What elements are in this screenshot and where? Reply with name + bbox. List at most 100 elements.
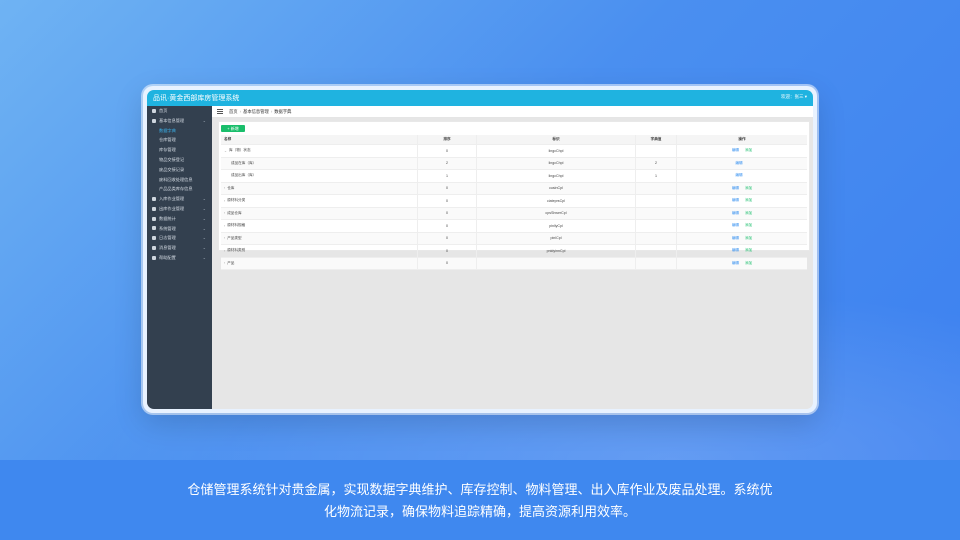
sidebar-item[interactable]: 出库作业管理 ⌄ xyxy=(147,204,212,214)
cell-sort: 0 xyxy=(418,232,477,244)
cell-code: pinllyCpl xyxy=(477,220,636,232)
sidebar-item[interactable]: 系统管理 ⌄ xyxy=(147,224,212,234)
sidebar-item[interactable]: 首页 xyxy=(147,106,212,116)
sidebar-item-label: 日志管理 xyxy=(159,235,176,241)
edit-link[interactable]: 编辑 xyxy=(732,223,739,228)
expand-icon[interactable]: › xyxy=(224,224,225,228)
sidebar-subitem[interactable]: 物品交接登记 xyxy=(147,155,212,165)
breadcrumb-current: 数据字典 xyxy=(274,109,292,114)
sidebar-subitem[interactable]: 废料回收处理信息 xyxy=(147,175,212,185)
cell-code: cpsShwerCpl xyxy=(477,207,636,219)
sidebar-item[interactable]: 入库作业管理 ⌄ xyxy=(147,194,212,204)
cell-actions: 编辑 添加 xyxy=(677,145,807,157)
cell-actions: 编辑 添加 xyxy=(677,195,807,207)
cell-sort: 0 xyxy=(418,220,477,232)
menu-icon xyxy=(152,246,156,251)
sidebar-subitem[interactable]: 仓库管理 xyxy=(147,135,212,145)
add-child-link[interactable]: 添加 xyxy=(745,236,752,241)
breadcrumb-level1[interactable]: 基本信息管理 xyxy=(243,109,269,114)
cell-actions: 编辑 添加 xyxy=(677,258,807,270)
edit-link[interactable]: 编辑 xyxy=(735,161,742,166)
app-title: 品讯·黄金西部库房管理系统 xyxy=(153,95,240,102)
column-header: 标识 xyxy=(477,135,636,144)
edit-link[interactable]: 编辑 xyxy=(732,186,739,191)
cell-code: pinlCpl xyxy=(477,232,636,244)
column-header: 名称 xyxy=(221,135,418,144)
cell-value xyxy=(636,145,677,157)
edit-link[interactable]: 编辑 xyxy=(735,173,742,178)
table-header-row: 名称 排序 标识 字典值 操作 xyxy=(221,135,807,145)
cell-code: lingcChpl xyxy=(477,170,636,182)
table-row: › 产品类型 0 pinlCpl 编辑 添加 xyxy=(221,232,807,245)
chevron-down-icon: ⌄ xyxy=(202,117,206,123)
expand-icon[interactable]: › xyxy=(224,261,225,265)
sidebar-item[interactable]: 基本信息管理 ⌄ xyxy=(147,116,212,126)
cell-actions: 编辑 添加 xyxy=(677,245,807,257)
cell-value: 1 xyxy=(636,170,677,182)
caption-line-2: 化物流记录，确保物料追踪精确，提高资源利用效率。 xyxy=(323,504,636,519)
caption-bar: 仓储管理系统针对贵金属，实现数据字典维护、库存控制、物料管理、出入库作业及废品处… xyxy=(0,460,960,540)
edit-link[interactable]: 编辑 xyxy=(732,148,739,153)
add-child-link[interactable]: 添加 xyxy=(745,186,752,191)
menu-toggle-icon[interactable] xyxy=(217,109,223,114)
user-menu[interactable]: 欢迎：张三 ▾ xyxy=(781,94,807,100)
expand-icon[interactable]: › xyxy=(224,199,225,203)
edit-link[interactable]: 编辑 xyxy=(732,198,739,203)
table-row: › 原材料规格 0 pinllyCpl 编辑 添加 xyxy=(221,220,807,233)
sidebar-item-label: 系统管理 xyxy=(159,225,176,231)
add-child-link[interactable]: 添加 xyxy=(745,211,752,216)
edit-link[interactable]: 编辑 xyxy=(732,248,739,253)
cell-actions: 编辑 xyxy=(677,158,807,170)
menu-icon xyxy=(152,255,156,260)
row-name: 仓库 xyxy=(227,185,235,190)
breadcrumb-home[interactable]: 首页 xyxy=(229,109,238,114)
table-row: 成品在库（库） 2 lingcChpl 2 编辑 xyxy=(221,157,807,170)
cell-sort: 0 xyxy=(418,195,477,207)
chevron-down-icon: ⌄ xyxy=(202,205,206,211)
add-child-link[interactable]: 添加 xyxy=(745,148,752,153)
add-button[interactable]: + 新增 xyxy=(221,125,245,132)
cell-value xyxy=(636,195,677,207)
cell-name: › 产品 xyxy=(221,257,418,269)
column-header: 操作 xyxy=(738,137,746,141)
cell-actions: 编辑 添加 xyxy=(677,220,807,232)
column-header: 字典值 xyxy=(636,135,677,144)
sidebar-item[interactable]: 数据统计 ⌄ xyxy=(147,214,212,224)
cell-actions: 编辑 xyxy=(677,170,807,182)
cell-code: lingcChpl xyxy=(477,145,636,157)
sidebar-item[interactable]: 消息管理 ⌄ xyxy=(147,243,212,253)
edit-link[interactable]: 编辑 xyxy=(732,236,739,241)
cell-sort: 0 xyxy=(418,257,477,269)
sidebar-subitem[interactable]: 库存管理 xyxy=(147,145,212,155)
expand-icon[interactable]: ⌄ xyxy=(224,149,227,153)
cell-name: › 原材料规格 xyxy=(221,220,418,232)
add-child-link[interactable]: 添加 xyxy=(745,248,752,253)
table-row: › 仓库 0 cusinCpl 编辑 添加 xyxy=(221,182,807,195)
sidebar-item[interactable]: 帮助配置 ⌄ xyxy=(147,253,212,263)
add-child-link[interactable]: 添加 xyxy=(745,223,752,228)
add-child-link[interactable]: 添加 xyxy=(745,198,752,203)
cell-sort: 2 xyxy=(418,157,477,169)
cell-name: › 原材料类别 xyxy=(221,245,418,257)
edit-link[interactable]: 编辑 xyxy=(732,261,739,266)
breadcrumb: 首页 › 基本信息管理 › 数据字典 xyxy=(229,109,292,114)
cell-code: cusinCpl xyxy=(477,182,636,194)
add-child-link[interactable]: 添加 xyxy=(745,261,752,266)
menu-icon xyxy=(152,236,156,241)
expand-icon[interactable]: › xyxy=(224,249,225,253)
cell-name: 成品在库（库） xyxy=(221,157,418,169)
row-name: 库（物）状态 xyxy=(229,148,251,153)
edit-link[interactable]: 编辑 xyxy=(732,211,739,216)
expand-icon[interactable]: › xyxy=(224,211,225,215)
sidebar-subitem[interactable]: 废品交接记录 xyxy=(147,165,212,175)
table-row: › 原材料分类 0 ciateprsCpl 编辑 添加 xyxy=(221,195,807,208)
sidebar-subitem[interactable]: 数据字典 xyxy=(147,126,212,136)
row-name: 成品仓库 xyxy=(227,210,242,215)
expand-icon[interactable]: › xyxy=(224,236,225,240)
sidebar-subitem[interactable]: 产品品类库存信息 xyxy=(147,184,212,194)
cell-value xyxy=(636,207,677,219)
sidebar-item[interactable]: 日志管理 ⌄ xyxy=(147,233,212,243)
chevron-down-icon: ⌄ xyxy=(202,225,206,231)
expand-icon[interactable]: › xyxy=(224,186,225,190)
caption-line-1: 仓储管理系统针对贵金属，实现数据字典维护、库存控制、物料管理、出入库作业及废品处… xyxy=(187,482,773,497)
